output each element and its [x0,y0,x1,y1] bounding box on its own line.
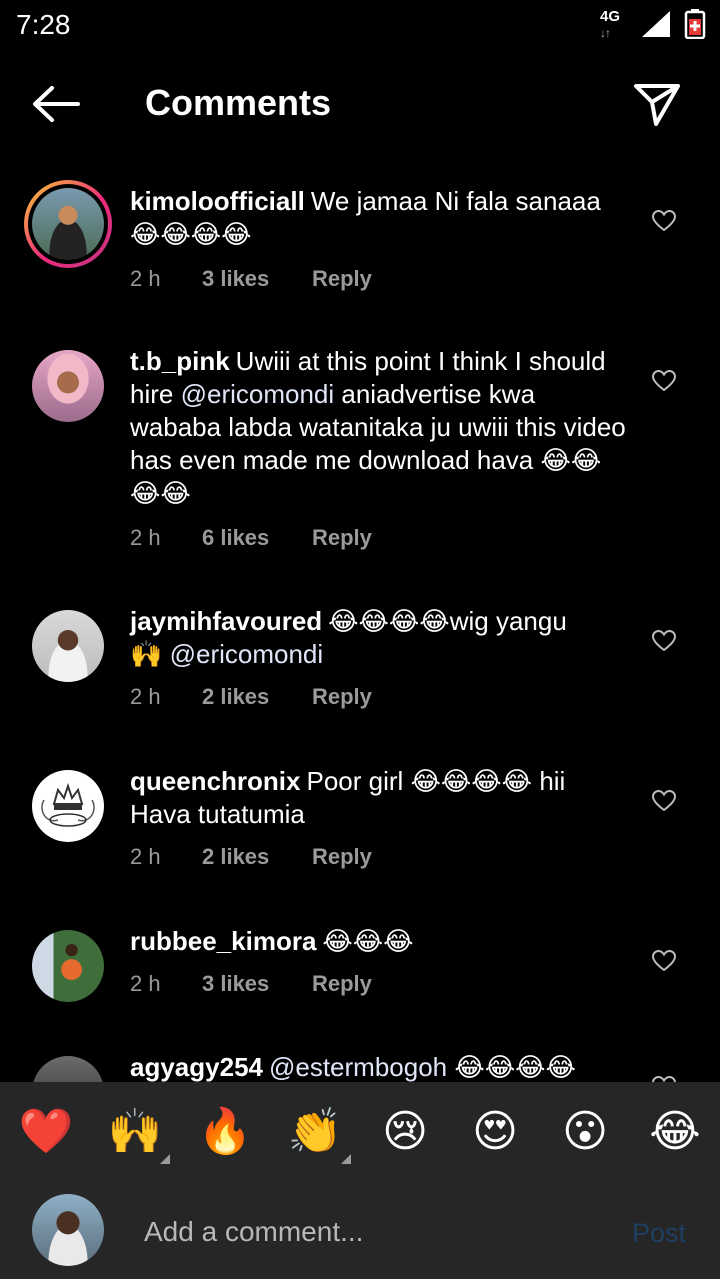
comment-username[interactable]: queenchronix [130,766,300,796]
comment-username[interactable]: kimoloofficiall [130,186,305,216]
like-heart-icon[interactable] [652,210,676,232]
reaction-surprised-face[interactable]: 😮 [557,1104,613,1160]
status-bar: 7:28 4G ↓↑ [0,0,720,50]
reaction-fire[interactable]: 🔥 [197,1104,253,1160]
story-ring[interactable] [24,180,112,268]
like-heart-icon[interactable] [652,950,676,972]
comment-composer: Post [0,1182,720,1279]
page-title: Comments [145,82,332,123]
likes-count[interactable]: 3 likes [202,266,269,292]
quick-reactions-bar: ❤️ 🙌 🔥 👏 😢 😍 😮 😂 [0,1082,720,1182]
skin-tone-indicator-icon [341,1154,351,1164]
queen-crown-logo-icon [41,782,95,827]
avatar[interactable] [32,930,104,1002]
like-heart-icon[interactable] [652,790,676,812]
reaction-heart-eyes[interactable]: 😍 [467,1104,523,1160]
avatar[interactable] [32,1056,104,1082]
laugh-emoji: 😂😂😂😂 [130,219,252,249]
comment-time: 2 h [130,525,161,550]
skin-tone-indicator-icon [160,1154,170,1164]
laugh-emoji: 😂😂😂😂 [454,1052,576,1082]
comment-input[interactable] [144,1212,604,1252]
back-arrow-icon[interactable] [30,82,82,126]
comment-text: t.b_pink Uwiii at this point I think I sh… [130,346,626,508]
avatar[interactable] [32,770,104,842]
reply-button[interactable]: Reply [312,844,372,870]
comment-text: agyagy254 @estermbogoh 😂😂😂😂 [130,1051,630,1082]
current-user-avatar[interactable] [32,1194,104,1266]
comment-time: 2 h [130,266,161,291]
avatar[interactable] [32,610,104,682]
comment-time: 2 h [130,844,161,869]
comment-text: queenchronix Poor girl 😂😂😂😂 hii Hava tuta… [130,766,566,829]
comment-username[interactable]: agyagy254 [130,1052,263,1082]
reply-button[interactable]: Reply [312,266,372,292]
status-time: 7:28 [16,9,71,40]
avatar[interactable] [32,350,104,422]
comment-username[interactable]: t.b_pink [130,346,230,376]
reaction-raised-hands[interactable]: 🙌 [107,1104,163,1160]
laugh-emoji: 😂😂😂😂 [328,606,450,636]
avatar[interactable] [32,188,104,260]
network-type: 4G [600,8,621,25]
header: Comments [0,60,720,150]
reaction-laughing-face[interactable]: 😂 [647,1104,703,1160]
laugh-emoji: 😂😂😂 [322,926,414,956]
like-heart-icon[interactable] [652,630,676,652]
comment-time: 2 h [130,971,161,996]
reply-button[interactable]: Reply [312,971,372,997]
laugh-emoji: 😂😂😂😂 [410,766,533,796]
reaction-clapping-hands[interactable]: 👏 [287,1104,343,1160]
comment-text: kimoloofficiall We jamaa Ni fala sanaaa 😂… [130,186,601,249]
likes-count[interactable]: 3 likes [202,971,269,997]
likes-count[interactable]: 6 likes [202,525,269,551]
likes-count[interactable]: 2 likes [202,844,269,870]
like-heart-icon[interactable] [652,370,676,392]
comment-text: rubbee_kimora 😂😂😂 [130,925,630,958]
mention-link[interactable]: @estermbogoh [269,1052,447,1082]
likes-count[interactable]: 2 likes [202,684,269,710]
signal-icon [642,11,670,37]
raised-hands-emoji: 🙌 [130,639,163,669]
comment-time: 2 h [130,684,161,709]
comment-text: jaymihfavoured 😂😂😂😂wig yangu 🙌 @ericomond… [130,606,567,669]
data-arrows-icon: ↓↑ [600,26,611,40]
battery-icon [684,9,706,39]
comments-list[interactable]: kimoloofficiall We jamaa Ni fala sanaaa 😂… [0,160,720,1082]
reaction-crying-face[interactable]: 😢 [377,1104,433,1160]
comment-username[interactable]: jaymihfavoured [130,606,322,636]
reply-button[interactable]: Reply [312,525,372,551]
share-send-icon[interactable] [632,80,682,128]
mention-link[interactable]: @ericomondi [181,379,335,409]
network-indicator: 4G ↓↑ [598,8,628,42]
comment-username[interactable]: rubbee_kimora [130,926,316,956]
reply-button[interactable]: Reply [312,684,372,710]
post-button[interactable]: Post [632,1218,686,1249]
reaction-heart[interactable]: ❤️ [18,1104,74,1160]
mention-link[interactable]: @ericomondi [170,639,324,669]
